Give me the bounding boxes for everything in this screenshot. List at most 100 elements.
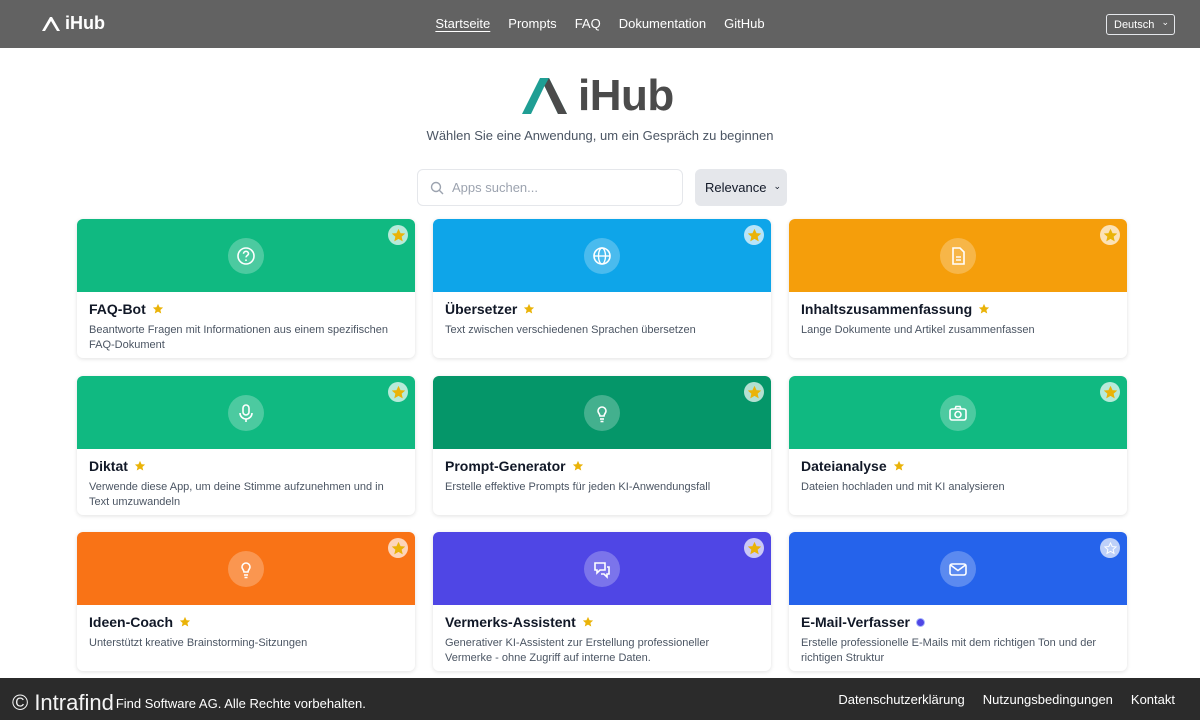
app-card-description: Generativer KI-Assistent zur Erstellung … — [445, 637, 710, 664]
nav-faq[interactable]: FAQ — [575, 16, 601, 31]
app-card-title: E-Mail-Verfasser — [801, 614, 1115, 630]
app-card-body: Dateianalyse Dateien hochladen und mit KI… — [789, 449, 1127, 495]
footer: © Intrafind Find Software AG. Alle Recht… — [0, 678, 1200, 720]
search-input[interactable] — [452, 180, 652, 195]
star-icon — [152, 303, 163, 314]
app-title-text: Dateianalyse — [801, 458, 887, 474]
app-card[interactable]: Inhaltszusammenfassung Lange Dokumente un… — [789, 219, 1127, 358]
app-card-banner — [789, 376, 1127, 449]
favorite-button[interactable] — [388, 382, 408, 402]
nav-startseite[interactable]: Startseite — [435, 16, 490, 31]
app-card-title: Übersetzer — [445, 301, 759, 317]
app-card-body: Diktat Verwende diese App, um deine Stimm… — [77, 449, 415, 510]
favorite-button[interactable] — [388, 538, 408, 558]
app-card-description: Unterstützt kreative Brainstorming-Sitzu… — [89, 637, 308, 649]
app-card[interactable]: E-Mail-Verfasser Erstelle professionelle … — [789, 532, 1127, 671]
lightbulb-icon — [241, 561, 251, 578]
favorite-star-icon — [1103, 541, 1117, 554]
favorite-button[interactable] — [388, 225, 408, 245]
globe-icon — [593, 246, 611, 265]
app-title-text: Prompt-Generator — [445, 458, 566, 474]
app-icon-circle — [228, 550, 264, 587]
app-card-banner — [433, 219, 771, 292]
favorite-button[interactable] — [744, 225, 764, 245]
favorite-button[interactable] — [1100, 538, 1120, 558]
search-box — [417, 169, 683, 206]
app-card-body: Vermerks-Assistent Generativer KI-Assiste… — [433, 605, 771, 666]
watermark: © Intrafind — [12, 690, 114, 715]
footer-link-privacy[interactable]: Datenschutzerklärung — [838, 692, 964, 707]
favorite-star-icon — [1103, 228, 1117, 241]
app-title-text: FAQ-Bot — [89, 301, 146, 317]
app-title-text: Vermerks-Assistent — [445, 614, 576, 630]
app-title-text: Übersetzer — [445, 301, 518, 317]
nav-github[interactable]: GitHub — [724, 16, 764, 31]
app-card-title: Inhaltszusammenfassung — [801, 301, 1115, 317]
app-card-body: Übersetzer Text zwischen verschiedenen Sp… — [433, 292, 771, 338]
hero-logo: iHub — [520, 71, 674, 121]
question-icon — [237, 246, 255, 265]
favorite-star-icon — [391, 541, 405, 554]
app-card[interactable]: Prompt-Generator Erstelle effektive Promp… — [433, 376, 771, 515]
favorite-button[interactable] — [744, 538, 764, 558]
app-card-body: E-Mail-Verfasser Erstelle professionelle … — [789, 605, 1127, 666]
app-card-title: Diktat — [89, 458, 403, 474]
chevron-down-icon: ⌄ — [1161, 17, 1169, 27]
favorite-star-icon — [747, 385, 761, 398]
app-card-description: Verwende diese App, um deine Stimme aufz… — [89, 481, 384, 508]
app-card-title: Prompt-Generator — [445, 458, 759, 474]
star-icon — [134, 460, 146, 471]
app-title-text: Ideen-Coach — [89, 614, 174, 630]
app-card-banner — [77, 376, 415, 449]
star-icon — [572, 460, 583, 471]
footer-copyright: © Intrafind Find Software AG. Alle Recht… — [12, 690, 366, 716]
app-card[interactable]: FAQ-Bot Beantworte Fragen mit Information… — [77, 219, 415, 358]
app-card-banner — [77, 219, 415, 292]
favorite-button[interactable] — [1100, 225, 1120, 245]
app-card[interactable]: Diktat Verwende diese App, um deine Stimm… — [77, 376, 415, 515]
app-icon-circle — [584, 394, 620, 431]
app-card-description: Text zwischen verschiedenen Sprachen übe… — [445, 324, 696, 336]
app-card-description: Erstelle effektive Prompts für jeden KI-… — [445, 481, 711, 493]
camera-icon — [949, 405, 967, 421]
app-card-banner — [433, 376, 771, 449]
app-card-body: Inhaltszusammenfassung Lange Dokumente un… — [789, 292, 1127, 338]
ihub-logo-mark-icon — [522, 78, 567, 114]
document-icon — [952, 246, 965, 265]
star-icon — [179, 616, 191, 627]
nav-dokumentation[interactable]: Dokumentation — [619, 16, 706, 31]
hero-subtitle: Wählen Sie eine Anwendung, um ein Gesprä… — [426, 128, 774, 143]
app-card-body: Ideen-Coach Unterstützt kreative Brainsto… — [77, 605, 415, 651]
app-card-banner — [77, 532, 415, 605]
app-card[interactable]: Dateianalyse Dateien hochladen und mit KI… — [789, 376, 1127, 515]
lightbulb-icon — [597, 405, 607, 422]
sort-value: Relevance — [705, 180, 767, 195]
app-card[interactable]: Übersetzer Text zwischen verschiedenen Sp… — [433, 219, 771, 358]
hero-logo-text: iHub — [578, 71, 674, 120]
app-icon-circle — [584, 237, 620, 274]
favorite-button[interactable] — [744, 382, 764, 402]
footer-link-terms[interactable]: Nutzungsbedingungen — [983, 692, 1113, 707]
footer-links: Datenschutzerklärung Nutzungsbedingungen… — [838, 692, 1175, 707]
app-icon-circle — [584, 550, 620, 587]
favorite-star-icon — [747, 228, 761, 241]
app-icon-circle — [940, 550, 976, 587]
app-card-description: Dateien hochladen und mit KI analysieren — [801, 481, 1005, 493]
mail-icon — [949, 562, 967, 576]
favorite-star-icon — [391, 385, 405, 398]
app-card-title: FAQ-Bot — [89, 301, 403, 317]
footer-link-contact[interactable]: Kontakt — [1131, 692, 1175, 707]
sort-select[interactable]: Relevance ⌄ — [695, 169, 787, 206]
favorite-star-icon — [747, 541, 761, 554]
app-card-banner — [789, 219, 1127, 292]
nav-prompts[interactable]: Prompts — [508, 16, 556, 31]
microphone-icon — [239, 403, 253, 422]
app-card[interactable]: Ideen-Coach Unterstützt kreative Brainsto… — [77, 532, 415, 671]
app-title-text: E-Mail-Verfasser — [801, 614, 910, 630]
app-card-banner — [789, 532, 1127, 605]
copyright-text: Find Software AG. Alle Rechte vorbehalte… — [115, 695, 366, 711]
app-icon-circle — [940, 237, 976, 274]
app-card[interactable]: Vermerks-Assistent Generativer KI-Assiste… — [433, 532, 771, 671]
language-select[interactable]: Deutsch ⌄ — [1106, 14, 1175, 35]
favorite-button[interactable] — [1100, 382, 1120, 402]
